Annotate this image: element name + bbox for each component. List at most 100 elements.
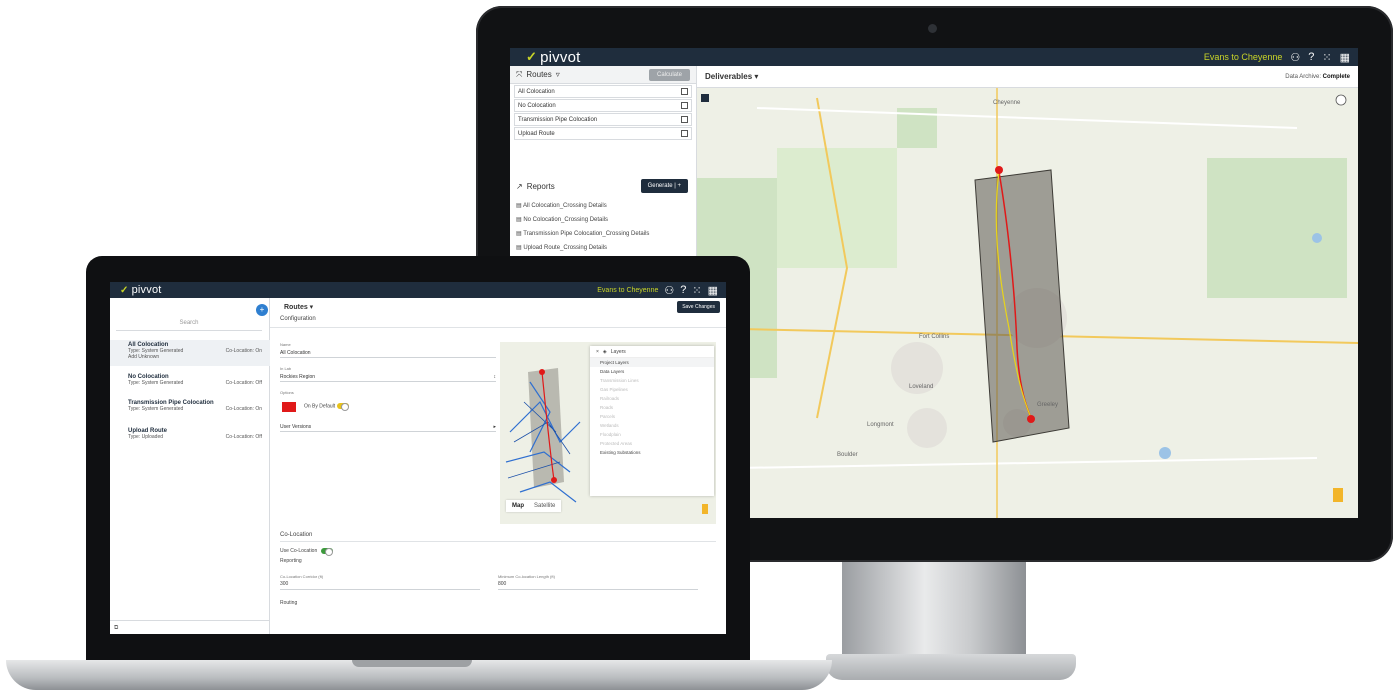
apps-icon[interactable]: ⁙: [1322, 51, 1331, 64]
save-changes-button[interactable]: Save Changes: [677, 301, 720, 313]
configuration-heading: Configuration: [270, 316, 726, 328]
colocation-fields: Co-Location Corridor (ft) 300 Minimum Co…: [280, 574, 716, 590]
aoi-value: Rockies Region: [280, 374, 316, 380]
map-tab[interactable]: Map: [512, 503, 524, 509]
colocation-section: Co-Location Use Co-Location Reporting Co…: [280, 532, 716, 606]
report-item[interactable]: ▤ Upload Route_Crossing Details: [516, 244, 607, 251]
calculate-button[interactable]: Calculate: [648, 68, 690, 81]
logo-text: pivvot: [131, 284, 162, 296]
deliverables-dropdown[interactable]: Deliverables ▾: [705, 72, 758, 81]
route-checkbox[interactable]: [681, 116, 688, 123]
pivvot-logo[interactable]: ✓ pivvot: [526, 49, 580, 66]
aoi-select[interactable]: Rockies Region ↕: [280, 374, 496, 382]
route-row[interactable]: Transmission Pipe Colocation: [514, 113, 692, 126]
route-label: All Colocation: [518, 88, 555, 95]
add-route-button[interactable]: +: [256, 304, 268, 316]
name-field[interactable]: All Colocation: [280, 350, 496, 358]
report-item[interactable]: ▤ All Colocation_Crossing Details: [516, 202, 607, 209]
user-icon[interactable]: ⚇: [664, 284, 674, 297]
on-by-default-toggle[interactable]: [336, 403, 349, 411]
route-checkbox[interactable]: [681, 130, 688, 137]
map-view[interactable]: Cheyenne Fort Collins Loveland Greeley L…: [697, 88, 1358, 518]
laptop-notch: [352, 660, 472, 667]
help-icon[interactable]: ?: [1308, 51, 1314, 63]
route-type: Type: Uploaded: [128, 434, 164, 440]
street-view-icon[interactable]: [1333, 488, 1343, 502]
route-map[interactable]: × ◈ Layers Project Layers Data Layers Tran…: [500, 342, 716, 524]
layer-row[interactable]: Existing Substations: [590, 448, 714, 457]
street-view-icon[interactable]: [702, 504, 708, 514]
route-row[interactable]: Upload Route: [514, 127, 692, 140]
layers-title: Layers: [610, 348, 626, 355]
export-icon[interactable]: ⧉: [114, 625, 118, 631]
monitor-stand: [842, 556, 1026, 664]
route-card[interactable]: Transmission Pipe Colocation Type: Syste…: [110, 400, 270, 412]
route-checkbox[interactable]: [681, 88, 688, 95]
user-versions-label: User Versions: [280, 424, 312, 430]
report-label: All Colocation_Crossing Details: [523, 203, 607, 209]
use-colocation-label: Use Co-Location: [280, 548, 318, 554]
route-type: Type: System Generated: [128, 380, 184, 386]
min-length-input[interactable]: 800: [498, 579, 698, 590]
camera-icon: [928, 24, 937, 33]
min-length-group: Minimum Co-location Length (ft) 800: [498, 574, 716, 590]
route-row[interactable]: All Colocation: [514, 85, 692, 98]
user-versions-select[interactable]: User Versions ▸: [280, 424, 496, 432]
routes-icon: ⤧: [516, 69, 523, 79]
layers-icon[interactable]: [1335, 94, 1347, 106]
map-place-label: Loveland: [909, 384, 933, 390]
report-item[interactable]: ▤ Transmission Pipe Colocation_Crossing …: [516, 230, 649, 237]
route-card[interactable]: Upload Route Type: Uploaded Co-Location: …: [110, 428, 270, 440]
route-coloc: Co-Location: On: [225, 406, 262, 412]
report-label: Transmission Pipe Colocation_Crossing De…: [523, 231, 650, 237]
project-selector[interactable]: Evans to Cheyenne: [1204, 52, 1283, 62]
use-colocation-toggle[interactable]: [321, 548, 334, 556]
user-icon[interactable]: ⚇: [1290, 51, 1300, 64]
route-row[interactable]: No Colocation: [514, 99, 692, 112]
search-input[interactable]: Search: [116, 320, 262, 331]
satellite-tab[interactable]: Satellite: [534, 503, 555, 509]
close-icon[interactable]: ×: [596, 349, 599, 355]
generate-button[interactable]: Generate | +: [640, 179, 688, 193]
layer-row[interactable]: Railroads: [590, 394, 714, 403]
options-label: Options: [280, 390, 294, 395]
layer-row[interactable]: Parcels: [590, 412, 714, 421]
route-color-swatch[interactable]: [282, 402, 296, 412]
report-item[interactable]: ▤ No Colocation_Crossing Details: [516, 216, 608, 223]
route-checkbox[interactable]: [681, 102, 688, 109]
route-card[interactable]: No Colocation Type: System Generated Co-L…: [110, 374, 270, 386]
logo-mark-icon: ✓: [526, 49, 538, 64]
sidebar: + Search All Colocation Type: System Gen…: [110, 298, 270, 634]
grid-menu-icon[interactable]: ▦: [708, 284, 718, 297]
reports-icon: ↗: [516, 181, 523, 191]
project-selector[interactable]: Evans to Cheyenne: [597, 287, 658, 294]
apps-icon[interactable]: ⁙: [692, 284, 701, 297]
route-label: Upload Route: [518, 130, 555, 137]
data-layers-item[interactable]: Data Layers: [590, 367, 714, 376]
project-layers-item[interactable]: Project Layers: [590, 358, 714, 367]
colocation-corridor-input[interactable]: 300: [280, 579, 480, 590]
map-place-label: Greeley: [1037, 402, 1058, 408]
pivvot-logo[interactable]: ✓ pivvot: [120, 284, 162, 296]
help-icon[interactable]: ?: [680, 284, 686, 296]
layer-row[interactable]: Wetlands: [590, 421, 714, 430]
routes-dropdown[interactable]: Routes ▾: [284, 303, 313, 311]
map-type-tabs: Map Satellite: [506, 500, 562, 512]
filter-icon[interactable]: ▿: [556, 70, 560, 79]
on-by-default-label: On By Default: [304, 403, 336, 410]
map-place-label: Fort Collins: [919, 334, 949, 340]
colocation-corridor-group: Co-Location Corridor (ft) 300: [280, 574, 498, 590]
layer-row[interactable]: Roads: [590, 403, 714, 412]
product-mockup: ✓ pivvot Evans to Cheyenne ⚇ ? ⁙ ▦ ⤧ Rou…: [0, 0, 1397, 694]
use-colocation-option: Use Co-Location: [280, 548, 716, 556]
route-config-panel: Routes ▾ Save Changes Configuration Name…: [270, 298, 726, 634]
layer-row[interactable]: Protected Areas: [590, 439, 714, 448]
layer-row[interactable]: Transmission Lines: [590, 376, 714, 385]
collapse-panel-icon[interactable]: [701, 94, 709, 102]
routes-label: Routes: [526, 70, 552, 79]
route-card[interactable]: All Colocation Type: System Generated Co-…: [110, 340, 270, 366]
layer-row[interactable]: Gas Pipelines: [590, 385, 714, 394]
map-canvas[interactable]: Cheyenne Fort Collins Loveland Greeley L…: [697, 88, 1358, 518]
grid-menu-icon[interactable]: ▦: [1340, 51, 1350, 64]
layer-row[interactable]: Floodplain: [590, 430, 714, 439]
